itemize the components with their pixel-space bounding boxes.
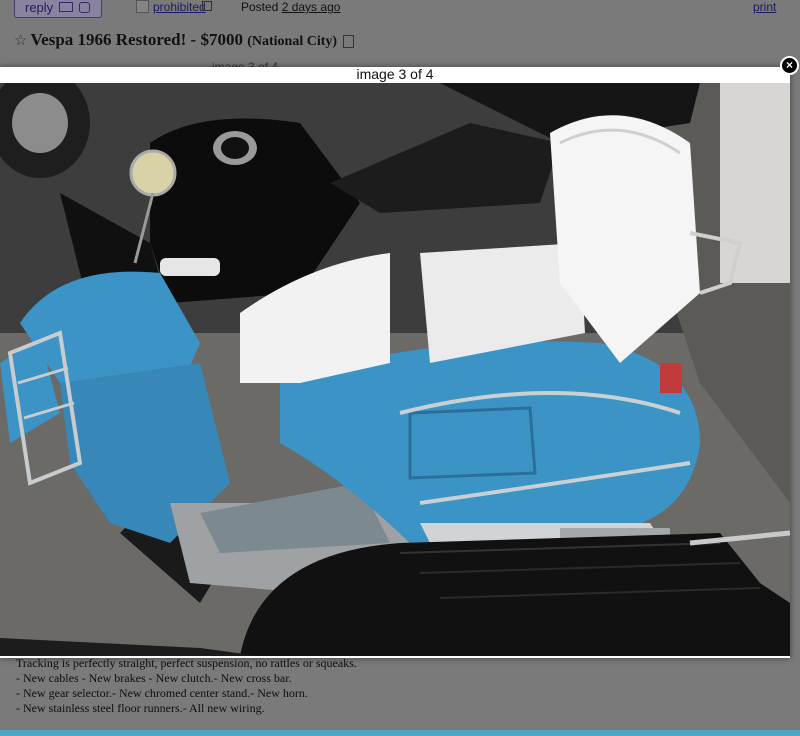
body-line: Tracking is perfectly straight, perfect … [16, 656, 357, 670]
info-icon[interactable] [202, 1, 212, 11]
star-icon[interactable]: ☆ [14, 33, 27, 49]
reply-button[interactable]: reply [14, 0, 102, 18]
image-lightbox: image 3 of 4 [0, 67, 790, 658]
posting-title: ☆ Vespa 1966 Restored! - $7000 (National … [14, 30, 355, 50]
hide-icon[interactable] [343, 34, 355, 48]
posted-date: Posted 2 days ago [241, 0, 341, 14]
bottom-accent-bar [0, 730, 800, 736]
image-counter: image 3 of 4 [356, 66, 434, 82]
location-text: (National City) [247, 34, 338, 49]
flag-checkbox[interactable] [136, 0, 149, 13]
close-icon: × [785, 58, 793, 72]
close-lightbox-button[interactable]: × [780, 56, 799, 75]
posted-when: 2 days ago [281, 0, 341, 14]
phone-icon [79, 1, 91, 13]
listing-photo[interactable] [0, 83, 790, 656]
posting-toolbar: reply prohibited Posted 2 days ago print [0, 0, 800, 20]
prohibited-link[interactable]: prohibited [153, 0, 206, 14]
body-line: - New gear selector.- New chromed center… [16, 686, 308, 700]
mail-icon [59, 2, 74, 12]
scooter-photo-icon [0, 83, 790, 656]
title-text: Vespa 1966 Restored! - $7000 [30, 30, 243, 49]
posting-body: Tracking is perfectly straight, perfect … [16, 656, 357, 716]
print-link[interactable]: print [753, 0, 776, 14]
body-line: - New cables - New brakes - New clutch.-… [16, 671, 292, 685]
body-line: - New stainless steel floor runners.- Al… [16, 701, 265, 715]
reply-label: reply [25, 0, 54, 15]
